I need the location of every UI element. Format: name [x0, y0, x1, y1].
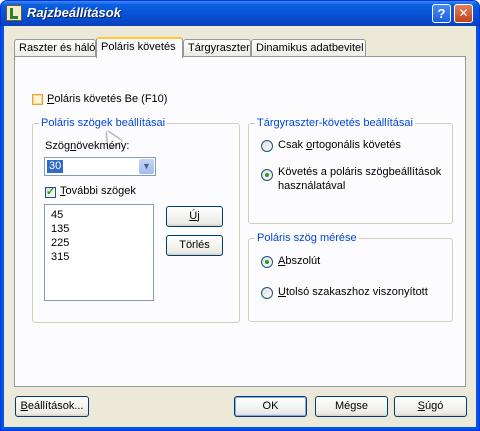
- delete-angle-button[interactable]: Törlés: [166, 235, 223, 256]
- all-polar-angles-label-line2[interactable]: használatával: [278, 180, 345, 192]
- orthogonal-only-label[interactable]: Csak ortogonális követés: [278, 139, 401, 151]
- absolute-radio[interactable]: [261, 256, 273, 268]
- window-title: Rajzbeállítások: [27, 5, 121, 20]
- polar-measurement-legend: Poláris szög mérése: [255, 232, 359, 244]
- tab-object-snap[interactable]: Tárgyraszter: [183, 39, 251, 56]
- close-button[interactable]: ✕: [454, 4, 473, 23]
- list-item[interactable]: 225: [51, 237, 69, 249]
- tab-grid[interactable]: Raszter és háló: [14, 39, 96, 56]
- all-polar-angles-label[interactable]: Követés a poláris szögbeállítások: [278, 166, 441, 178]
- increment-angle-value: 30: [47, 160, 64, 173]
- polar-enable-label[interactable]: Poláris követés Be (F10): [47, 93, 167, 105]
- polar-measurement-group: Poláris szög mérése Abszolút Utolsó szak…: [248, 232, 453, 322]
- increment-label: Szögnövekmény:: [45, 140, 130, 152]
- object-snap-tracking-legend: Tárgyraszter-követés beállításai: [255, 117, 415, 129]
- list-item[interactable]: 315: [51, 251, 69, 263]
- additional-angles-label[interactable]: További szögek: [60, 185, 136, 197]
- list-item[interactable]: 45: [51, 209, 63, 221]
- tab-panel: Poláris követés Be (F10) Poláris szögek …: [14, 56, 466, 387]
- app-icon: [6, 5, 22, 21]
- options-button[interactable]: Beállítások...: [15, 396, 89, 417]
- new-angle-button[interactable]: Új: [166, 206, 223, 227]
- tab-polar-tracking[interactable]: Poláris követés: [96, 37, 183, 58]
- orthogonal-only-radio[interactable]: [261, 140, 273, 152]
- angle-settings-legend: Poláris szögek beállításai: [39, 117, 168, 129]
- tab-dynamic-input[interactable]: Dinamikus adatbevitel: [251, 39, 366, 56]
- increment-angle-select[interactable]: 30 ▼: [44, 157, 156, 176]
- ok-button[interactable]: OK: [234, 396, 307, 417]
- additional-angles-list[interactable]: 45 135 225 315: [44, 204, 154, 301]
- help-title-button[interactable]: ?: [432, 4, 451, 23]
- absolute-label[interactable]: Abszolút: [278, 255, 320, 267]
- relative-label[interactable]: Utolsó szakaszhoz viszonyított: [278, 286, 428, 298]
- checkmark-icon: ✓: [46, 186, 56, 198]
- cancel-button[interactable]: Mégse: [315, 396, 388, 417]
- polar-enable-checkbox[interactable]: [32, 94, 43, 105]
- additional-angles-checkbox[interactable]: ✓: [45, 186, 56, 198]
- relative-radio[interactable]: [261, 287, 273, 299]
- dialog-window: Rajzbeállítások ? ✕ Raszter és háló Polá…: [0, 0, 480, 431]
- object-snap-tracking-group: Tárgyraszter-követés beállításai Csak or…: [248, 117, 453, 224]
- chevron-down-icon[interactable]: ▼: [139, 159, 154, 174]
- all-polar-angles-radio[interactable]: [261, 169, 273, 181]
- list-item[interactable]: 135: [51, 223, 69, 235]
- title-bar[interactable]: Rajzbeállítások ? ✕: [1, 1, 479, 26]
- dialog-client: Raszter és háló Poláris követés Tárgyras…: [4, 26, 476, 427]
- help-button[interactable]: Súgó: [394, 396, 467, 417]
- angle-settings-group: Poláris szögek beállításai Szögnövekmény…: [32, 117, 240, 323]
